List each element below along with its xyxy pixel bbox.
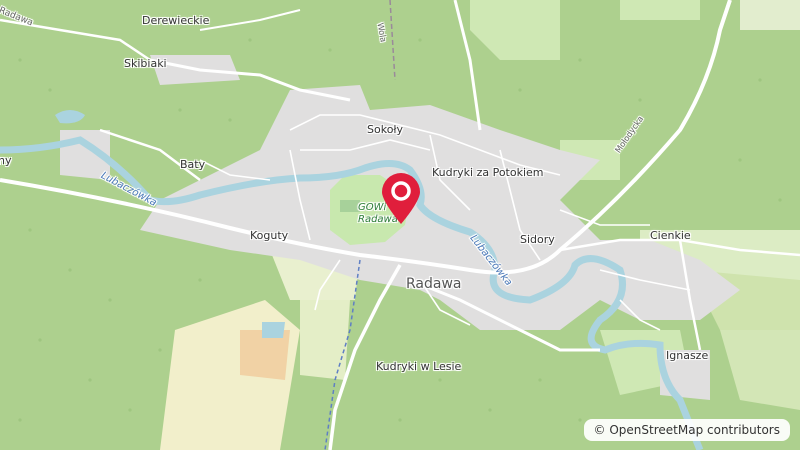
place-label-kudryki-w-lesie: Kudryki w Lesie (376, 360, 462, 373)
place-label-cienkie: Cienkie (650, 229, 691, 242)
place-label-skibiaki: Skibiaki (124, 57, 167, 70)
map-view[interactable]: Radawa Derewieckie Skibiaki Sokoły Baty … (0, 0, 800, 450)
place-label-radawa: Radawa (406, 276, 462, 292)
place-label-derewieckie: Derewieckie (142, 14, 210, 27)
place-label-ignasze: Ignasze (666, 349, 709, 362)
place-label-sokoly: Sokoły (367, 123, 404, 136)
place-label-koguty: Koguty (250, 229, 289, 242)
location-pin-icon[interactable] (379, 172, 423, 226)
attribution-badge[interactable]: © OpenStreetMap contributors (583, 419, 790, 441)
place-label-kudryki-za-potokiem: Kudryki za Potokiem (432, 166, 544, 179)
place-label-baty: Baty (180, 158, 206, 171)
place-label-sidory: Sidory (520, 233, 555, 246)
place-label-left-edge: ny (0, 154, 12, 167)
